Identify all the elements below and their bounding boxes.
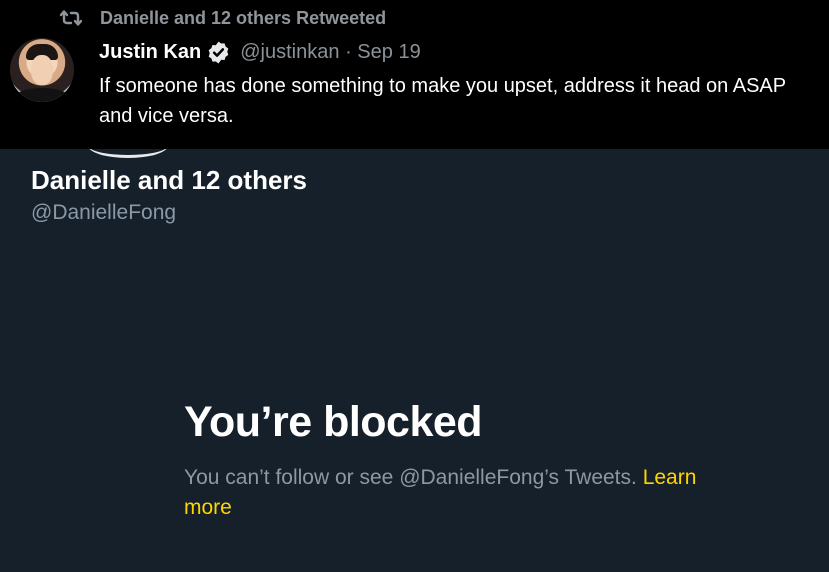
verified-badge-icon: [208, 41, 229, 63]
author-handle-text: @justinkan: [240, 40, 340, 63]
author-avatar[interactable]: [10, 38, 74, 102]
retweeted-tweet[interactable]: Danielle and 12 others Retweeted Justin …: [0, 0, 829, 149]
separator-dot: ·: [345, 40, 352, 63]
author-handle[interactable]: @justinkan · Sep 19: [240, 41, 420, 64]
blocked-description-text: You can’t follow or see @DanielleFong’s …: [184, 466, 643, 489]
tweet-date[interactable]: Sep 19: [357, 41, 420, 63]
retweet-context: Danielle and 12 others Retweeted: [58, 7, 386, 29]
author-name[interactable]: Justin Kan: [99, 41, 201, 64]
retweet-icon: [59, 10, 83, 26]
blocked-title: You’re blocked: [184, 398, 483, 446]
tweet-header: Justin Kan @justinkan · Sep 19: [99, 39, 421, 65]
blocked-description: You can’t follow or see @DanielleFong’s …: [184, 463, 744, 523]
tweet-text: If someone has done something to make yo…: [99, 75, 786, 127]
profile-name: Danielle and 12 others: [31, 165, 307, 195]
profile-handle: @DanielleFong: [31, 201, 177, 224]
retweet-context-text: Danielle and 12 others Retweeted: [100, 7, 387, 28]
